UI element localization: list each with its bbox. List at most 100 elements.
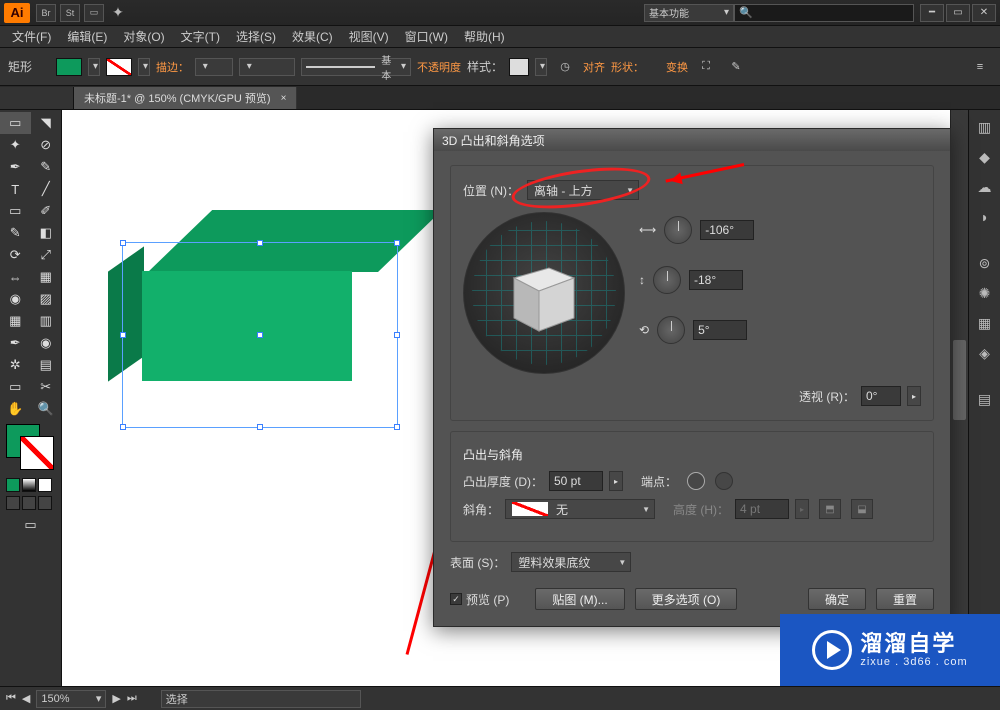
status-mode[interactable]: 选择 bbox=[161, 690, 361, 708]
profile-panel-icon[interactable]: ◗ bbox=[974, 206, 996, 228]
fill-dropdown[interactable]: ▾ bbox=[88, 58, 100, 76]
shaper-tool[interactable]: ✎ bbox=[0, 222, 31, 244]
rotate-z-dial[interactable] bbox=[657, 316, 685, 344]
shape-button[interactable]: 形状： bbox=[611, 59, 644, 75]
rotate-y-input[interactable]: -18° bbox=[689, 270, 743, 290]
menu-view[interactable]: 视图(V) bbox=[341, 28, 397, 45]
menu-effect[interactable]: 效果(C) bbox=[284, 28, 341, 45]
nav-next-icon[interactable]: ▶ bbox=[112, 692, 120, 705]
nav-last-icon[interactable]: ⏭ bbox=[127, 692, 137, 705]
color-mode-solid[interactable] bbox=[6, 478, 20, 492]
perspective-tool[interactable]: ▨ bbox=[31, 288, 62, 310]
zoom-tool[interactable]: 🔍 bbox=[31, 398, 62, 420]
cc-libraries-icon[interactable]: ⊚ bbox=[974, 252, 996, 274]
rectangle-tool[interactable]: ▭ bbox=[0, 200, 31, 222]
type-tool[interactable]: T bbox=[0, 178, 31, 200]
stroke-dropdown[interactable]: ▾ bbox=[138, 58, 150, 76]
stroke-weight[interactable]: ▾ bbox=[195, 58, 233, 76]
screen-mode[interactable]: ▭ bbox=[6, 514, 55, 536]
document-tab-close[interactable]: × bbox=[281, 93, 287, 104]
close-button[interactable]: ✕ bbox=[972, 4, 996, 22]
more-options-button[interactable]: 更多选项 (O) bbox=[635, 588, 738, 610]
extrude-depth-stepper[interactable]: ▸ bbox=[609, 471, 623, 491]
bevel-select[interactable]: 无 bbox=[505, 499, 655, 519]
menu-type[interactable]: 文字(T) bbox=[173, 28, 228, 45]
line-tool[interactable]: ╱ bbox=[31, 178, 62, 200]
gradient-tool[interactable]: ▥ bbox=[31, 310, 62, 332]
brushes-panel-icon[interactable]: ☁ bbox=[974, 176, 996, 198]
brush-definition[interactable]: 基本▾ bbox=[301, 58, 411, 76]
curvature-tool[interactable]: ✎ bbox=[31, 156, 62, 178]
stroke-panel-icon[interactable]: ◈ bbox=[974, 342, 996, 364]
eraser-tool[interactable]: ◧ bbox=[31, 222, 62, 244]
extrude-depth-input[interactable]: 50 pt bbox=[549, 471, 603, 491]
graph-tool[interactable]: ▤ bbox=[31, 354, 62, 376]
style-dropdown[interactable]: ▾ bbox=[535, 58, 547, 76]
surface-select[interactable]: 塑料效果底纹 bbox=[511, 552, 631, 572]
draw-inside[interactable] bbox=[38, 496, 52, 510]
menu-select[interactable]: 选择(S) bbox=[228, 28, 284, 45]
preview-checkbox[interactable]: ✓预览 (P) bbox=[450, 591, 509, 608]
menu-file[interactable]: 文件(F) bbox=[4, 28, 59, 45]
recolor-icon[interactable]: ◷ bbox=[553, 57, 577, 77]
mesh-tool[interactable]: ▦ bbox=[0, 310, 31, 332]
rotate-x-input[interactable]: -106° bbox=[700, 220, 754, 240]
graphic-style[interactable] bbox=[509, 58, 529, 76]
color-mode-none[interactable] bbox=[38, 478, 52, 492]
transform-label[interactable]: 变换 bbox=[666, 59, 688, 75]
libraries-panel-icon[interactable]: ◆ bbox=[974, 146, 996, 168]
edit-icon[interactable]: ✎ bbox=[724, 57, 748, 77]
workspace-switcher[interactable]: 基本功能▾ bbox=[644, 4, 734, 22]
document-tab[interactable]: 未标题-1* @ 150% (CMYK/GPU 预览) × bbox=[74, 87, 297, 109]
fill-swatch[interactable] bbox=[56, 58, 82, 76]
rotate-y-dial[interactable] bbox=[653, 266, 681, 294]
menu-help[interactable]: 帮助(H) bbox=[456, 28, 513, 45]
search-input[interactable]: 🔍 bbox=[734, 4, 914, 22]
dialog-title[interactable]: 3D 凸出和斜角选项 bbox=[434, 129, 950, 151]
vertical-scrollbar[interactable] bbox=[950, 110, 968, 686]
reset-button[interactable]: 重置 bbox=[876, 588, 934, 610]
stroke-swatch[interactable] bbox=[106, 58, 132, 76]
cap-on-button[interactable] bbox=[687, 472, 705, 490]
position-select[interactable]: 离轴 - 上方 bbox=[527, 180, 639, 200]
artboard-tool[interactable]: ▭ bbox=[0, 376, 31, 398]
stock-icon[interactable]: St bbox=[60, 4, 80, 22]
rotate-x-dial[interactable] bbox=[664, 216, 692, 244]
panel-menu-icon[interactable]: ≡ bbox=[968, 57, 992, 77]
scale-tool[interactable]: ⤢ bbox=[31, 244, 62, 266]
nav-prev-icon[interactable]: ◀ bbox=[22, 692, 30, 705]
selection-tool[interactable]: ▭ bbox=[0, 112, 31, 134]
stroke-width-profile[interactable]: ▾ bbox=[239, 58, 295, 76]
shape-builder-tool[interactable]: ◉ bbox=[0, 288, 31, 310]
opacity-label[interactable]: 不透明度 bbox=[417, 59, 461, 75]
bridge-icon[interactable]: Br bbox=[36, 4, 56, 22]
magic-wand-tool[interactable]: ✦ bbox=[0, 134, 31, 156]
nav-first-icon[interactable]: ⏮ bbox=[6, 692, 16, 705]
lasso-tool[interactable]: ⊘ bbox=[31, 134, 62, 156]
ok-button[interactable]: 确定 bbox=[808, 588, 866, 610]
direct-selection-tool[interactable]: ◥ bbox=[31, 112, 62, 134]
gpu-icon[interactable]: ✦ bbox=[108, 4, 128, 22]
properties-panel-icon[interactable]: ▥ bbox=[974, 116, 996, 138]
map-art-button[interactable]: 贴图 (M)... bbox=[535, 588, 624, 610]
isolate-icon[interactable]: ⛶ bbox=[694, 57, 718, 77]
slice-tool[interactable]: ✂ bbox=[31, 376, 62, 398]
maximize-button[interactable]: ▭ bbox=[946, 4, 970, 22]
draw-behind[interactable] bbox=[22, 496, 36, 510]
color-mode-gradient[interactable] bbox=[22, 478, 36, 492]
swatches-panel-icon[interactable]: ▦ bbox=[974, 312, 996, 334]
perspective-input[interactable]: 0° bbox=[861, 386, 901, 406]
eyedropper-tool[interactable]: ✒ bbox=[0, 332, 31, 354]
paintbrush-tool[interactable]: ✐ bbox=[31, 200, 62, 222]
arrange-icon[interactable]: ▭ bbox=[84, 4, 104, 22]
layers-panel-icon[interactable]: ▤ bbox=[974, 388, 996, 410]
stroke-label[interactable]: 描边： bbox=[156, 59, 189, 75]
free-transform-tool[interactable]: ▦ bbox=[31, 266, 62, 288]
hand-tool[interactable]: ✋ bbox=[0, 398, 31, 420]
color-panel-icon[interactable]: ✺ bbox=[974, 282, 996, 304]
width-tool[interactable]: ⇔ bbox=[0, 266, 31, 288]
align-label[interactable]: 对齐 bbox=[583, 59, 605, 75]
rotation-trackball[interactable] bbox=[463, 212, 625, 374]
menu-edit[interactable]: 编辑(E) bbox=[59, 28, 115, 45]
stroke-color[interactable] bbox=[20, 436, 54, 470]
